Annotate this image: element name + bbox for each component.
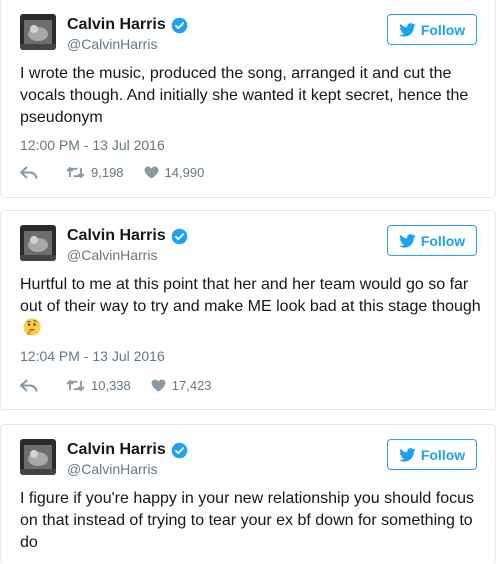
- like-button[interactable]: 14,990: [144, 165, 225, 180]
- author-row: Calvin Harris: [67, 441, 188, 459]
- heart-icon: [144, 166, 159, 179]
- retweet-button[interactable]: 9,198: [66, 165, 144, 180]
- author-handle[interactable]: @CalvinHarris: [67, 36, 157, 52]
- reply-icon: [20, 165, 38, 179]
- verified-badge-icon: [171, 17, 188, 33]
- heart-icon: [151, 379, 166, 392]
- like-button[interactable]: 17,423: [151, 378, 232, 393]
- retweet-icon: [66, 379, 85, 392]
- follow-button[interactable]: Follow: [387, 14, 477, 45]
- retweet-count: 10,338: [91, 378, 131, 393]
- follow-label: Follow: [420, 21, 466, 38]
- tweet-text: Hurtful to me at this point that her and…: [20, 274, 483, 340]
- author-handle[interactable]: @CalvinHarris: [67, 461, 157, 477]
- author-name[interactable]: Calvin Harris: [67, 441, 166, 459]
- avatar[interactable]: [20, 439, 56, 475]
- tweet-card: Calvin Harris @CalvinHarris Follow I fig…: [0, 424, 496, 564]
- follow-label: Follow: [420, 232, 466, 249]
- tweet-card: Calvin Harris @CalvinHarris Follow Hurtf…: [0, 210, 496, 410]
- author-row: Calvin Harris: [67, 16, 188, 34]
- twitter-bird-icon: [398, 233, 416, 248]
- tweet-text: I wrote the music, produced the song, ar…: [20, 65, 469, 126]
- tweet-text: I figure if you're happy in your new rel…: [20, 490, 474, 551]
- author-name[interactable]: Calvin Harris: [67, 227, 166, 245]
- tweet-actions: 10,338 17,423: [20, 378, 232, 393]
- like-count: 17,423: [171, 378, 212, 393]
- verified-badge-icon: [171, 442, 188, 458]
- avatar[interactable]: [20, 225, 56, 261]
- retweet-icon: [66, 166, 85, 179]
- thinking-face-emoji: [23, 318, 41, 336]
- follow-button[interactable]: Follow: [387, 439, 477, 470]
- timestamp[interactable]: 12:04 PM - 13 Jul 2016: [20, 348, 165, 364]
- follow-label: Follow: [420, 446, 466, 463]
- author-handle[interactable]: @CalvinHarris: [67, 247, 157, 263]
- twitter-bird-icon: [398, 22, 416, 37]
- timestamp[interactable]: 12:00 PM - 13 Jul 2016: [20, 137, 165, 153]
- follow-button[interactable]: Follow: [387, 225, 477, 256]
- author-row: Calvin Harris: [67, 227, 188, 245]
- verified-badge-icon: [171, 228, 188, 244]
- retweet-button[interactable]: 10,338: [66, 378, 151, 393]
- tweet-card: Calvin Harris @CalvinHarris Follow I wro…: [0, 0, 496, 198]
- author-name[interactable]: Calvin Harris: [67, 16, 166, 34]
- reply-button[interactable]: [20, 165, 66, 180]
- twitter-bird-icon: [398, 447, 416, 462]
- tweet-text-content: Hurtful to me at this point that her and…: [20, 276, 481, 315]
- reply-button[interactable]: [20, 378, 66, 393]
- reply-icon: [20, 378, 38, 392]
- like-count: 14,990: [164, 165, 205, 180]
- retweet-count: 9,198: [91, 165, 124, 180]
- avatar[interactable]: [20, 14, 56, 50]
- tweet-actions: 9,198 14,990: [20, 165, 224, 180]
